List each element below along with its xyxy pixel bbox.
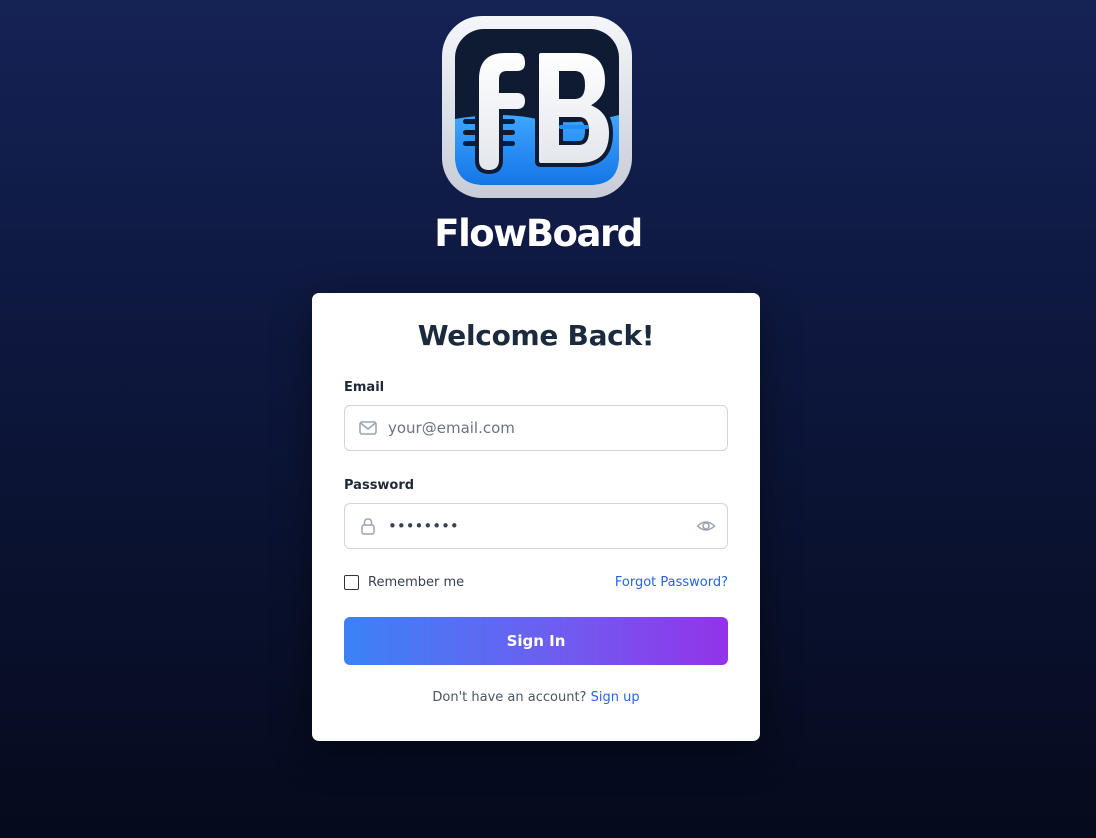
- remember-label: Remember me: [368, 575, 465, 590]
- forgot-password-link[interactable]: Forgot Password?: [615, 575, 728, 590]
- login-title: Welcome Back!: [417, 319, 655, 352]
- eye-icon[interactable]: [696, 516, 716, 536]
- lock-icon: [358, 516, 378, 536]
- remember-checkbox[interactable]: [344, 575, 359, 590]
- email-input[interactable]: [388, 406, 688, 450]
- password-label: Password: [344, 478, 415, 493]
- signup-row: Don't have an account? Sign up: [312, 690, 760, 705]
- sign-up-link[interactable]: Sign up: [591, 690, 640, 705]
- email-field[interactable]: [344, 405, 728, 451]
- email-label: Email: [344, 380, 385, 395]
- signup-prompt: Don't have an account?: [432, 690, 587, 705]
- flowboard-logo: [441, 15, 633, 199]
- brand-name: FlowBoard: [434, 212, 643, 255]
- remember-me[interactable]: Remember me: [344, 575, 464, 590]
- mail-icon: [358, 418, 378, 438]
- logo-mark-icon: [442, 16, 632, 198]
- login-card: Welcome Back! Email Password Reme: [312, 293, 760, 741]
- password-input[interactable]: [388, 504, 688, 548]
- sign-in-button[interactable]: Sign In: [344, 617, 728, 665]
- password-field[interactable]: [344, 503, 728, 549]
